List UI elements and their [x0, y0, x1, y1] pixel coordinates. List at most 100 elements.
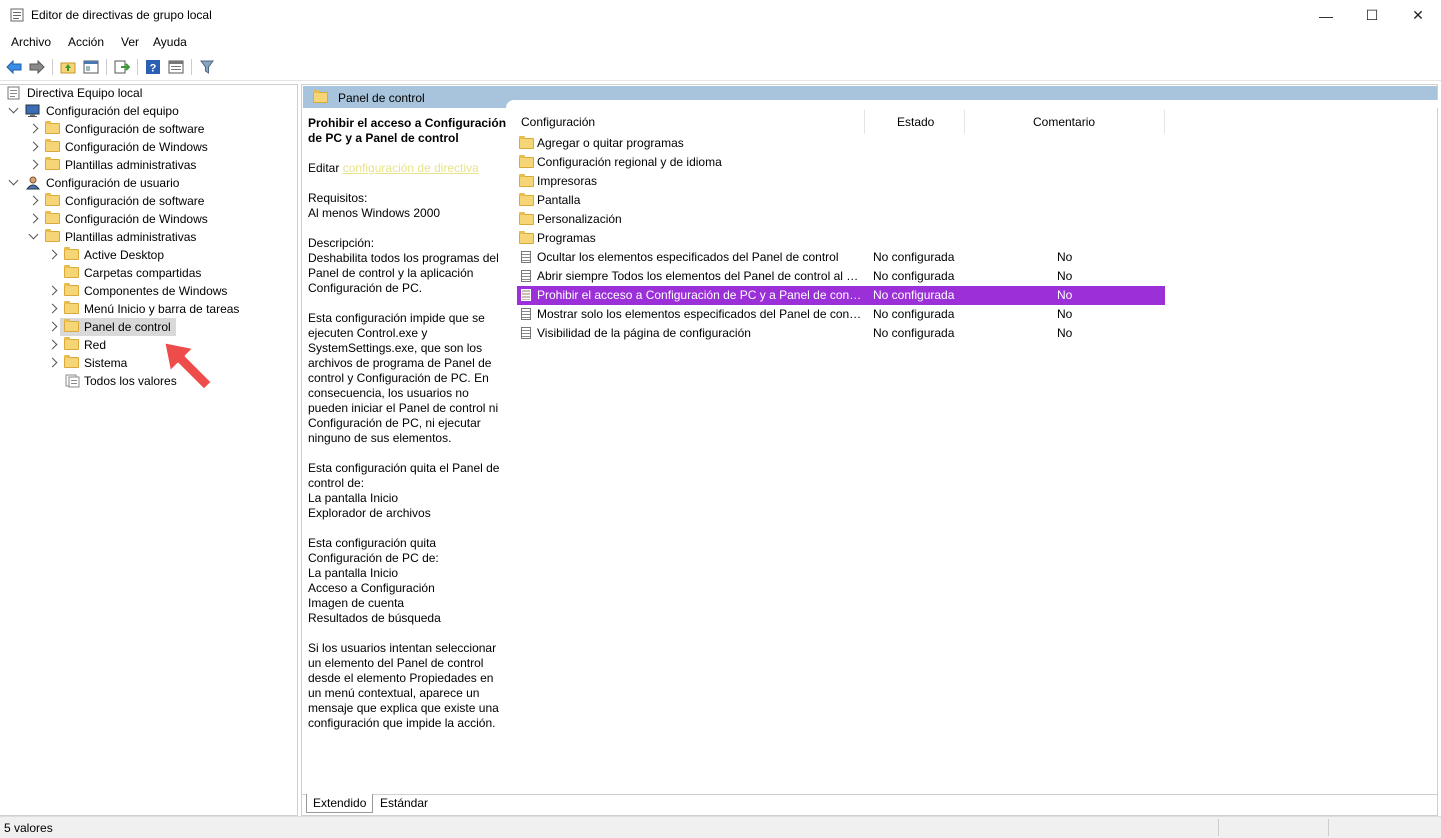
list-item-setting[interactable]: Abrir siempre Todos los elementos del Pa…: [517, 267, 1165, 286]
tree-node-menu-inicio[interactable]: Menú Inicio y barra de tareas: [4, 300, 294, 318]
chevron-down-icon[interactable]: [28, 229, 39, 240]
help-button[interactable]: ?: [144, 58, 162, 76]
tree-label: Plantillas administrativas: [65, 230, 197, 244]
back-arrow-icon: [6, 60, 22, 74]
view-tabs: Extendido Estándar: [302, 794, 1437, 815]
chevron-right-icon[interactable]: [28, 141, 39, 152]
req-value: Al menos Windows 2000: [308, 206, 441, 220]
tree-node-sistema[interactable]: Sistema: [4, 354, 294, 372]
chevron-right-icon[interactable]: [47, 303, 58, 314]
chevron-right-icon[interactable]: [47, 321, 58, 332]
maximize-button[interactable]: ☐: [1349, 0, 1395, 31]
tree-label: Configuración de usuario: [46, 176, 180, 190]
chevron-right-icon[interactable]: [28, 213, 39, 224]
tree-node-usuario-windows[interactable]: Configuración de Windows: [4, 210, 294, 228]
back-button[interactable]: [5, 58, 23, 76]
folder-up-icon: [60, 62, 76, 74]
tree-node-active-desktop[interactable]: Active Desktop: [4, 246, 294, 264]
list-item-setting[interactable]: Ocultar los elementos especificados del …: [517, 248, 1165, 267]
filter-button[interactable]: [198, 58, 216, 76]
menu-accion[interactable]: Acción: [68, 35, 104, 49]
setting-name: Visibilidad de la página de configuració…: [537, 326, 751, 340]
maximize-icon: ☐: [1365, 7, 1379, 23]
tree-node-equipo-plantillas[interactable]: Plantillas administrativas: [4, 156, 294, 174]
up-folder-button[interactable]: [59, 58, 77, 76]
tab-estandar[interactable]: Estándar: [374, 794, 434, 812]
export-list-button[interactable]: [113, 58, 131, 76]
properties-icon: [168, 60, 184, 74]
column-divider[interactable]: [1164, 110, 1165, 134]
minimize-button[interactable]: —: [1303, 0, 1349, 31]
menu-ver[interactable]: Ver: [121, 35, 139, 49]
list-item-setting[interactable]: Visibilidad de la página de configuració…: [517, 324, 1165, 343]
tab-extendido[interactable]: Extendido: [306, 794, 374, 813]
column-header-configuracion[interactable]: Configuración: [521, 115, 595, 129]
setting-estado: No configurada: [873, 269, 955, 283]
status-bar: 5 valores: [0, 816, 1441, 838]
tree-node-usuario-plantillas[interactable]: Plantillas administrativas: [4, 228, 294, 246]
forward-arrow-icon: [29, 60, 45, 74]
tree-node-carpetas-compartidas[interactable]: Carpetas compartidas: [4, 264, 294, 282]
menu-bar: Archivo Acción Ver Ayuda: [0, 31, 1441, 53]
tree-node-red[interactable]: Red: [4, 336, 294, 354]
chevron-right-icon[interactable]: [47, 249, 58, 260]
list-item-folder[interactable]: Configuración regional y de idioma: [517, 153, 1165, 172]
desc-line: Acceso a Configuración: [308, 581, 435, 595]
desc-line: Esta configuración quita el Panel de con…: [308, 461, 500, 490]
chevron-right-icon[interactable]: [47, 339, 58, 350]
chevron-right-icon[interactable]: [47, 285, 58, 296]
list-item-folder[interactable]: Agregar o quitar programas: [517, 134, 1165, 153]
tree-node-todos-los-valores[interactable]: Todos los valores: [4, 372, 294, 390]
tree-node-equipo-software[interactable]: Configuración de software: [4, 120, 294, 138]
requirements: Requisitos: Al menos Windows 2000: [308, 191, 508, 221]
help-icon: ?: [146, 60, 160, 75]
status-divider: [1328, 819, 1329, 836]
setting-comentario: No: [1057, 288, 1073, 302]
forward-button[interactable]: [28, 58, 46, 76]
export-icon: [114, 60, 130, 74]
tree-label: Plantillas administrativas: [65, 158, 197, 172]
chevron-right-icon[interactable]: [47, 357, 58, 368]
tree-node-equipo-windows[interactable]: Configuración de Windows: [4, 138, 294, 156]
chevron-right-icon[interactable]: [28, 159, 39, 170]
properties-view-button[interactable]: [167, 58, 185, 76]
chevron-right-icon[interactable]: [28, 195, 39, 206]
tree-node-configuracion-usuario[interactable]: Configuración de usuario: [4, 174, 294, 192]
tree-label: Configuración del equipo: [46, 104, 179, 118]
column-divider[interactable]: [964, 110, 965, 134]
list-item-setting-selected[interactable]: Prohibir el acceso a Configuración de PC…: [517, 286, 1165, 305]
column-header-comentario[interactable]: Comentario: [1033, 115, 1095, 129]
setting-name: Ocultar los elementos especificados del …: [537, 250, 839, 264]
folder-icon: [519, 193, 534, 206]
pane-title: Panel de control: [338, 91, 425, 105]
list-item-folder[interactable]: Impresoras: [517, 172, 1165, 191]
menu-archivo[interactable]: Archivo: [11, 35, 51, 49]
desc-paragraph: Esta configuración impide que se ejecute…: [308, 311, 499, 445]
tree-node-directiva-equipo-local[interactable]: Directiva Equipo local: [4, 84, 294, 102]
toolbar: ?: [0, 54, 1441, 81]
column-header-estado[interactable]: Estado: [897, 115, 934, 129]
tree-node-panel-de-control[interactable]: Panel de control: [4, 318, 294, 336]
list-item-folder[interactable]: Programas: [517, 229, 1165, 248]
list-item-folder[interactable]: Pantalla: [517, 191, 1165, 210]
edit-prefix: Editar: [308, 161, 340, 175]
chevron-down-icon[interactable]: [8, 103, 19, 114]
edit-policy-link[interactable]: configuración de directiva: [343, 161, 479, 175]
chevron-down-icon[interactable]: [8, 175, 19, 186]
window-title: Editor de directivas de grupo local: [31, 8, 212, 22]
setting-estado: No configurada: [873, 288, 955, 302]
tree-node-usuario-software[interactable]: Configuración de software: [4, 192, 294, 210]
chevron-right-icon[interactable]: [28, 123, 39, 134]
tree-node-configuracion-equipo[interactable]: Configuración del equipo: [4, 102, 294, 120]
list-item-setting[interactable]: Mostrar solo los elementos especificados…: [517, 305, 1165, 324]
folder-icon: [45, 211, 60, 224]
close-button[interactable]: ✕: [1395, 0, 1441, 31]
desc-label: Descripción:: [308, 236, 375, 250]
setting-icon: [521, 270, 531, 282]
description-panel: Prohibir el acceso a Configuración de PC…: [308, 116, 508, 746]
column-divider[interactable]: [864, 110, 865, 134]
tree-node-componentes-windows[interactable]: Componentes de Windows: [4, 282, 294, 300]
show-hide-tree-button[interactable]: [82, 58, 100, 76]
menu-ayuda[interactable]: Ayuda: [153, 35, 187, 49]
list-item-folder[interactable]: Personalización: [517, 210, 1165, 229]
